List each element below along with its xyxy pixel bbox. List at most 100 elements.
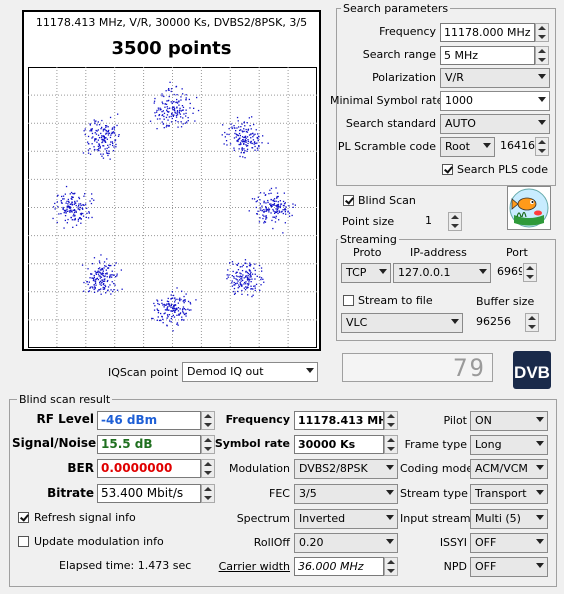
polarization-select[interactable]: V/R <box>440 68 550 88</box>
update-modulation-checkbox[interactable] <box>18 536 29 547</box>
frame-type-value: Long <box>475 438 502 451</box>
pl-scramble-mode-value: Root <box>445 140 470 153</box>
input-stream-label: Input stream <box>400 512 471 525</box>
carrier-width-label[interactable]: Carrier width <box>210 560 290 573</box>
frame-type-select[interactable]: Long <box>470 435 548 455</box>
npd-value: OFF <box>475 560 497 573</box>
stream-to-file-label: Stream to file <box>358 294 433 307</box>
buffer-size-spinner[interactable] <box>525 313 539 332</box>
iqscan-value: Demod IQ out <box>187 365 264 378</box>
rolloff-label: RollOff <box>253 536 290 549</box>
chevron-down-icon <box>386 539 394 544</box>
search-standard-select[interactable]: AUTO <box>440 114 550 134</box>
modulation-label: Modulation <box>228 462 290 475</box>
plot-points-title: 3500 points <box>111 38 232 59</box>
chevron-down-icon <box>538 120 546 125</box>
spectrum-value: Inverted <box>299 512 346 525</box>
bitrate-label: Bitrate <box>47 486 94 500</box>
result-frequency-spinner[interactable] <box>384 411 398 430</box>
iqscan-select[interactable]: Demod IQ out <box>182 362 318 382</box>
constellation-plot <box>28 67 317 348</box>
rf-level-label: RF Level <box>36 412 94 426</box>
proto-value: TCP <box>346 266 367 279</box>
bitrate-value: 53.400 Mbit/s <box>97 484 201 503</box>
port-input[interactable]: 6969 <box>494 263 522 282</box>
result-symbol-rate-spinner[interactable] <box>384 435 398 454</box>
spectrum-label: Spectrum <box>236 512 290 525</box>
ip-address-label: IP-address <box>410 246 467 259</box>
rolloff-select[interactable]: 0.20 <box>294 533 398 553</box>
dvb-logo-icon: DVB <box>514 363 550 382</box>
search-range-spinner[interactable] <box>535 46 549 65</box>
chevron-down-icon <box>536 539 544 544</box>
npd-select[interactable]: OFF <box>470 557 548 577</box>
port-spinner[interactable] <box>523 263 537 282</box>
player-value: VLC <box>346 316 368 329</box>
chevron-down-icon <box>386 515 394 520</box>
proto-label: Proto <box>353 246 382 259</box>
chevron-down-icon <box>536 465 544 470</box>
chevron-down-icon <box>536 441 544 446</box>
ip-address-select[interactable]: 127.0.0.1 <box>393 263 491 283</box>
frequency-spinner[interactable] <box>535 23 549 42</box>
point-size-label: Point size <box>342 215 395 228</box>
carrier-width-spinner[interactable] <box>384 557 398 576</box>
ber-label: BER <box>67 461 94 475</box>
result-symbol-rate-value: 30000 Ks <box>294 435 384 454</box>
chevron-down-icon <box>306 368 314 373</box>
chevron-down-icon <box>379 269 387 274</box>
search-parameters-title: Search parameters <box>341 2 451 15</box>
player-select[interactable]: VLC <box>341 313 463 333</box>
chevron-down-icon <box>536 417 544 422</box>
spectrum-select[interactable]: Inverted <box>294 509 398 529</box>
min-symbol-rate-select[interactable]: 1000 <box>440 91 550 111</box>
chevron-down-icon <box>479 269 487 274</box>
pl-scramble-input[interactable]: 16416 <box>497 137 535 156</box>
buffer-size-input[interactable]: 96256 <box>473 313 525 332</box>
pl-scramble-spinner[interactable] <box>535 137 549 156</box>
stream-type-select[interactable]: Transport <box>470 484 548 504</box>
search-pls-checkbox[interactable] <box>442 164 453 175</box>
refresh-signal-checkbox[interactable] <box>18 512 29 523</box>
input-stream-select[interactable]: Multi (5) <box>470 509 548 529</box>
chevron-down-icon <box>536 515 544 520</box>
fec-select[interactable]: 3/5 <box>294 484 398 504</box>
search-range-input[interactable]: 5 MHz <box>440 46 535 65</box>
elapsed-time: Elapsed time: 1.473 sec <box>59 559 192 572</box>
streaming-title: Streaming <box>338 233 399 246</box>
modulation-select[interactable]: DVBS2/8PSK <box>294 459 398 479</box>
coding-mode-select[interactable]: ACM/VCM <box>470 459 548 479</box>
pl-scramble-mode-select[interactable]: Root <box>440 137 495 157</box>
point-size-input[interactable]: 1 <box>422 212 448 231</box>
blind-scan-checkbox[interactable] <box>343 195 354 206</box>
proto-select[interactable]: TCP <box>341 263 391 283</box>
dvb-logo: DVB <box>513 351 551 389</box>
pilot-value: ON <box>475 414 492 427</box>
frame-type-label: Frame type <box>404 438 467 451</box>
min-symbol-rate-label: Minimal Symbol rate <box>330 94 444 107</box>
port-label: Port <box>506 246 528 259</box>
stream-to-file-checkbox[interactable] <box>343 295 354 306</box>
rf-level-value: -46 dBm <box>97 411 201 430</box>
point-size-spinner[interactable] <box>448 212 462 231</box>
lcd-value: 79 <box>453 354 486 382</box>
issyi-value: OFF <box>475 536 497 549</box>
stream-type-label: Stream type <box>400 487 468 500</box>
pilot-label: Pilot <box>443 414 467 427</box>
min-symbol-rate-value: 1000 <box>445 94 473 107</box>
issyi-select[interactable]: OFF <box>470 533 548 553</box>
modulation-value: DVBS2/8PSK <box>299 462 368 475</box>
pilot-select[interactable]: ON <box>470 411 548 431</box>
frequency-input[interactable]: 11178.000 MHz <box>440 23 535 42</box>
polarization-label: Polarization <box>372 71 436 84</box>
rolloff-value: 0.20 <box>299 536 324 549</box>
result-frequency-value: 11178.413 MHz <box>294 411 384 430</box>
fish-logo-icon <box>509 188 549 228</box>
npd-label: NPD <box>443 560 467 573</box>
plot-info: 11178.413 MHz, V/R, 30000 Ks, DVBS2/8PSK… <box>35 16 308 29</box>
chevron-down-icon <box>538 97 546 102</box>
search-standard-value: AUTO <box>445 117 476 130</box>
chevron-down-icon <box>538 74 546 79</box>
svg-text:DVB: DVB <box>514 363 550 382</box>
result-frequency-label: Frequency <box>225 413 290 426</box>
